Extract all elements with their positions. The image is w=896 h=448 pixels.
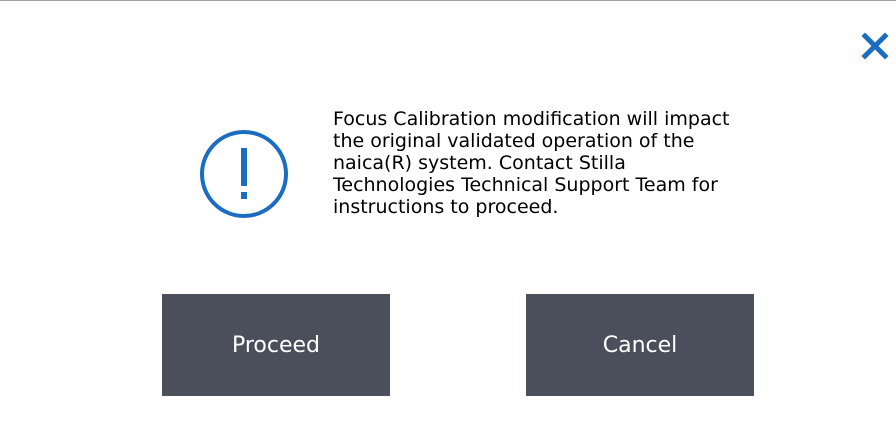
proceed-button-label: Proceed (231, 332, 321, 358)
exclamation-circle-icon (200, 130, 288, 218)
cancel-button[interactable]: Cancel (526, 294, 754, 396)
proceed-button[interactable]: Proceed (162, 294, 390, 396)
close-icon (861, 32, 889, 60)
confirmation-dialog: Focus Calibration modification will impa… (0, 0, 896, 448)
cancel-button-label: Cancel (602, 332, 678, 358)
close-button[interactable] (858, 28, 892, 64)
dialog-message: Focus Calibration modification will impa… (333, 108, 730, 218)
dialog-top-border (0, 0, 896, 1)
